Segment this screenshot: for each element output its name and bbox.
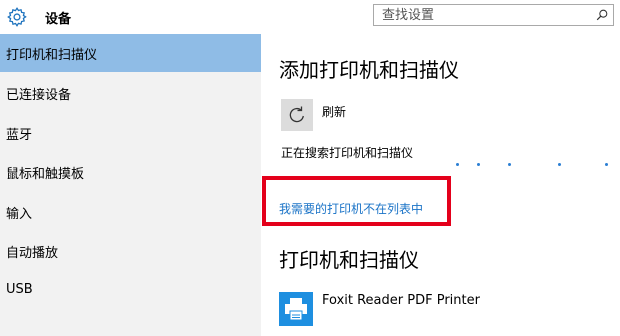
printer-icon bbox=[279, 292, 313, 326]
sidebar-item-label: USB bbox=[6, 282, 33, 297]
app-title: 设备 bbox=[45, 12, 72, 27]
sidebar-item-label: 输入 bbox=[6, 207, 33, 222]
main-content: 添加打印机和扫描仪 刷新 正在搜索打印机和扫描仪 我需要的打印机不在列表中 打印… bbox=[262, 34, 620, 336]
gear-icon bbox=[7, 7, 27, 27]
sidebar-item-label: 已连接设备 bbox=[6, 88, 72, 103]
sidebar-item-typing[interactable]: 输入 bbox=[0, 193, 261, 231]
printer-not-listed-link[interactable]: 我需要的打印机不在列表中 bbox=[279, 200, 423, 217]
sidebar-item-usb[interactable]: USB bbox=[0, 272, 261, 310]
sidebar-item-label: 鼠标和触摸板 bbox=[6, 167, 85, 182]
sidebar-item-label: 打印机和扫描仪 bbox=[6, 48, 98, 63]
progress-dot bbox=[508, 163, 511, 166]
progress-dot bbox=[558, 163, 561, 166]
progress-dot bbox=[477, 163, 480, 166]
sidebar-item-autoplay[interactable]: 自动播放 bbox=[0, 232, 261, 270]
search-icon[interactable] bbox=[595, 8, 609, 22]
sidebar-item-label: 自动播放 bbox=[6, 246, 59, 261]
progress-dot bbox=[456, 163, 459, 166]
searching-status: 正在搜索打印机和扫描仪 bbox=[281, 146, 414, 160]
refresh-button[interactable] bbox=[281, 99, 313, 131]
sidebar-item-printers[interactable]: 打印机和扫描仪 bbox=[0, 34, 261, 72]
printer-name: Foxit Reader PDF Printer bbox=[322, 293, 480, 308]
sidebar-item-bluetooth[interactable]: 蓝牙 bbox=[0, 114, 261, 152]
refresh-icon bbox=[289, 106, 304, 123]
sidebar: 打印机和扫描仪 已连接设备 蓝牙 鼠标和触摸板 输入 自动播放 USB bbox=[0, 34, 261, 336]
search-input[interactable] bbox=[382, 7, 582, 23]
title-bar: 设备 bbox=[0, 0, 620, 34]
sidebar-item-label: 蓝牙 bbox=[6, 128, 33, 143]
refresh-label[interactable]: 刷新 bbox=[322, 103, 346, 120]
sidebar-item-mouse-touchpad[interactable]: 鼠标和触摸板 bbox=[0, 153, 261, 191]
add-printers-heading: 添加打印机和扫描仪 bbox=[279, 58, 459, 82]
search-box[interactable] bbox=[373, 4, 614, 26]
printers-heading: 打印机和扫描仪 bbox=[279, 248, 419, 272]
progress-dot bbox=[605, 163, 608, 166]
sidebar-item-connected-devices[interactable]: 已连接设备 bbox=[0, 74, 261, 112]
